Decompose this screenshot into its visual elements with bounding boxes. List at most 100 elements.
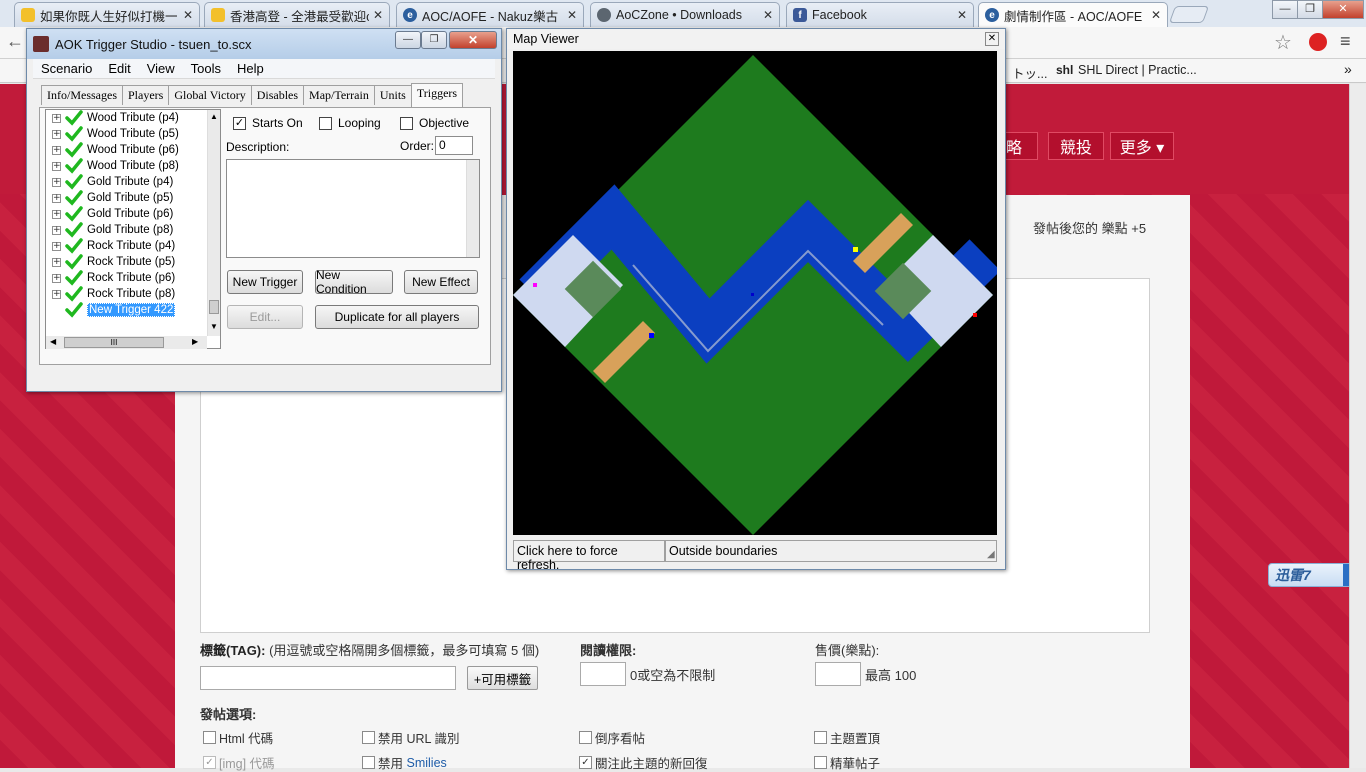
new-tab-button[interactable] [1168, 6, 1210, 23]
minimize-icon[interactable]: — [395, 31, 421, 49]
trigger-item[interactable]: + Rock Tribute (p8) [46, 286, 175, 302]
expand-icon[interactable]: + [52, 241, 61, 251]
looping-checkbox[interactable]: Looping [319, 116, 381, 130]
checkbox[interactable] [362, 756, 375, 769]
tab-triggers[interactable]: Triggers [410, 83, 464, 107]
adblock-icon[interactable] [1309, 33, 1327, 51]
close-tab-icon[interactable]: ✕ [183, 8, 193, 22]
browser-tab-active[interactable]: e 劇情制作區 - AOC/AOFE ✕ [978, 2, 1168, 27]
checkbox[interactable] [319, 116, 332, 130]
expand-icon[interactable]: + [52, 161, 61, 171]
expand-icon[interactable]: + [52, 177, 61, 187]
checkbox[interactable] [814, 731, 827, 744]
bookmark-item[interactable]: SHL Direct | Practic... [1078, 63, 1197, 77]
checkbox[interactable] [579, 731, 592, 744]
close-tab-icon[interactable]: ✕ [763, 8, 773, 22]
tab-players[interactable]: Players [121, 85, 170, 105]
trigger-item[interactable]: + Wood Tribute (p4) [46, 110, 179, 126]
trigger-item[interactable]: + Wood Tribute (p8) [46, 158, 179, 174]
back-arrow-icon[interactable]: ← [6, 31, 24, 52]
bookmark-overflow[interactable]: » [1344, 61, 1352, 77]
menu-icon[interactable]: ≡ [1340, 31, 1351, 52]
trigger-item[interactable]: + Gold Tribute (p8) [46, 222, 173, 238]
force-refresh-status[interactable]: Click here to force refresh. [513, 540, 665, 572]
page-scrollbar[interactable] [1349, 84, 1366, 768]
close-icon[interactable]: ✕ [985, 32, 999, 46]
expand-icon[interactable]: + [52, 273, 61, 283]
browser-tab[interactable]: f Facebook ✕ [786, 2, 974, 27]
option-disable-url[interactable]: 禁用 URL 識別 [362, 728, 460, 747]
expand-icon[interactable]: + [52, 113, 61, 123]
trigger-tree[interactable]: + Wood Tribute (p4) + Wood Tribute (p5) + Woo… [45, 109, 221, 349]
trigger-item[interactable]: + Wood Tribute (p5) [46, 126, 179, 142]
expand-icon[interactable]: + [52, 289, 61, 299]
trigger-item[interactable]: + Gold Tribute (p6) [46, 206, 173, 222]
close-icon[interactable]: ✕ [449, 31, 497, 49]
duplicate-for-all-players-button[interactable]: Duplicate for all players [315, 305, 479, 329]
close-tab-icon[interactable]: ✕ [1151, 8, 1161, 22]
option-reverse[interactable]: 倒序看帖 [579, 728, 645, 747]
option-disable-smilies[interactable]: 禁用 Smilies [362, 753, 447, 772]
tab-units[interactable]: Units [373, 85, 412, 105]
checkbox[interactable] [203, 731, 216, 744]
scroll-thumb[interactable] [209, 300, 219, 314]
smilies-link[interactable]: Smilies [407, 756, 447, 770]
menu-tools[interactable]: Tools [183, 61, 229, 76]
trigger-item[interactable]: + Rock Tribute (p6) [46, 270, 175, 286]
maximize-icon[interactable]: ❐ [421, 31, 447, 49]
maximize-icon[interactable]: ❐ [1297, 0, 1323, 19]
bookmark-item[interactable]: トッ... [1012, 63, 1047, 82]
browser-tab[interactable]: 如果你既人生好似打機一 ✕ [14, 2, 200, 27]
description-scrollbar[interactable] [466, 160, 479, 257]
star-icon[interactable]: ☆ [1274, 30, 1292, 55]
close-tab-icon[interactable]: ✕ [957, 8, 967, 22]
expand-icon[interactable]: + [52, 209, 61, 219]
menu-help[interactable]: Help [229, 61, 272, 76]
expand-icon[interactable]: + [52, 129, 61, 139]
trigger-item[interactable]: + Wood Tribute (p6) [46, 142, 179, 158]
expand-icon[interactable]: + [52, 145, 61, 155]
trigger-item[interactable]: + Rock Tribute (p5) [46, 254, 175, 270]
tab-map-terrain[interactable]: Map/Terrain [303, 85, 375, 105]
tab-global-victory[interactable]: Global Victory [168, 85, 252, 105]
option-notify[interactable]: ✓ 關注此主題的新回復 [579, 753, 708, 772]
trigger-item[interactable]: +New Trigger 422 [46, 302, 176, 318]
new-effect-button[interactable]: New Effect [404, 270, 478, 294]
hscroll-thumb[interactable]: III [64, 337, 164, 348]
map-canvas[interactable] [513, 51, 997, 535]
checkbox[interactable] [362, 731, 375, 744]
edit-button[interactable]: Edit... [227, 305, 303, 329]
scroll-right-icon[interactable]: ▶ [192, 337, 198, 346]
tab-info-messages[interactable]: Info/Messages [41, 85, 123, 105]
menu-edit[interactable]: Edit [100, 61, 138, 76]
expand-icon[interactable]: + [52, 257, 61, 267]
trigger-item[interactable]: + Rock Tribute (p4) [46, 238, 175, 254]
starts-on-checkbox[interactable]: ✓ Starts On [233, 116, 303, 130]
checkbox-checked[interactable]: ✓ [579, 756, 592, 769]
resize-grip-icon[interactable]: ◢ [987, 549, 995, 560]
objective-checkbox[interactable]: Objective [400, 116, 469, 130]
option-img[interactable]: ✓ [img] 代碼 [203, 753, 275, 772]
tag-input[interactable] [200, 666, 456, 690]
expand-icon[interactable]: + [52, 193, 61, 203]
checkbox-checked[interactable]: ✓ [203, 756, 216, 769]
browser-tab[interactable]: 香港高登 - 全港最受歡迎c ✕ [204, 2, 390, 27]
new-condition-button[interactable]: New Condition [315, 268, 393, 296]
checkbox[interactable] [814, 756, 827, 769]
option-html[interactable]: Html 代碼 [203, 728, 273, 747]
new-trigger-button[interactable]: New Trigger [227, 270, 303, 294]
nav-item-more[interactable]: 更多 ▾ [1110, 132, 1174, 160]
checkbox-checked[interactable]: ✓ [233, 116, 246, 130]
close-tab-icon[interactable]: ✕ [373, 8, 383, 22]
menu-scenario[interactable]: Scenario [33, 61, 100, 76]
map-viewer-titlebar[interactable]: Map Viewer ✕ [507, 29, 1005, 49]
menu-view[interactable]: View [139, 61, 183, 76]
checkbox[interactable] [400, 116, 413, 130]
tree-vscrollbar[interactable]: ▲ ▼ [207, 110, 220, 336]
minimize-icon[interactable]: — [1272, 0, 1298, 19]
browser-tab[interactable]: e AOC/AOFE - Nakuz樂古 ✕ [396, 2, 584, 27]
order-input[interactable]: 0 [435, 136, 473, 155]
expand-icon[interactable]: + [52, 225, 61, 235]
browser-tab[interactable]: AoCZone • Downloads ✕ [590, 2, 780, 27]
available-tags-button[interactable]: +可用標籤 [467, 666, 538, 690]
